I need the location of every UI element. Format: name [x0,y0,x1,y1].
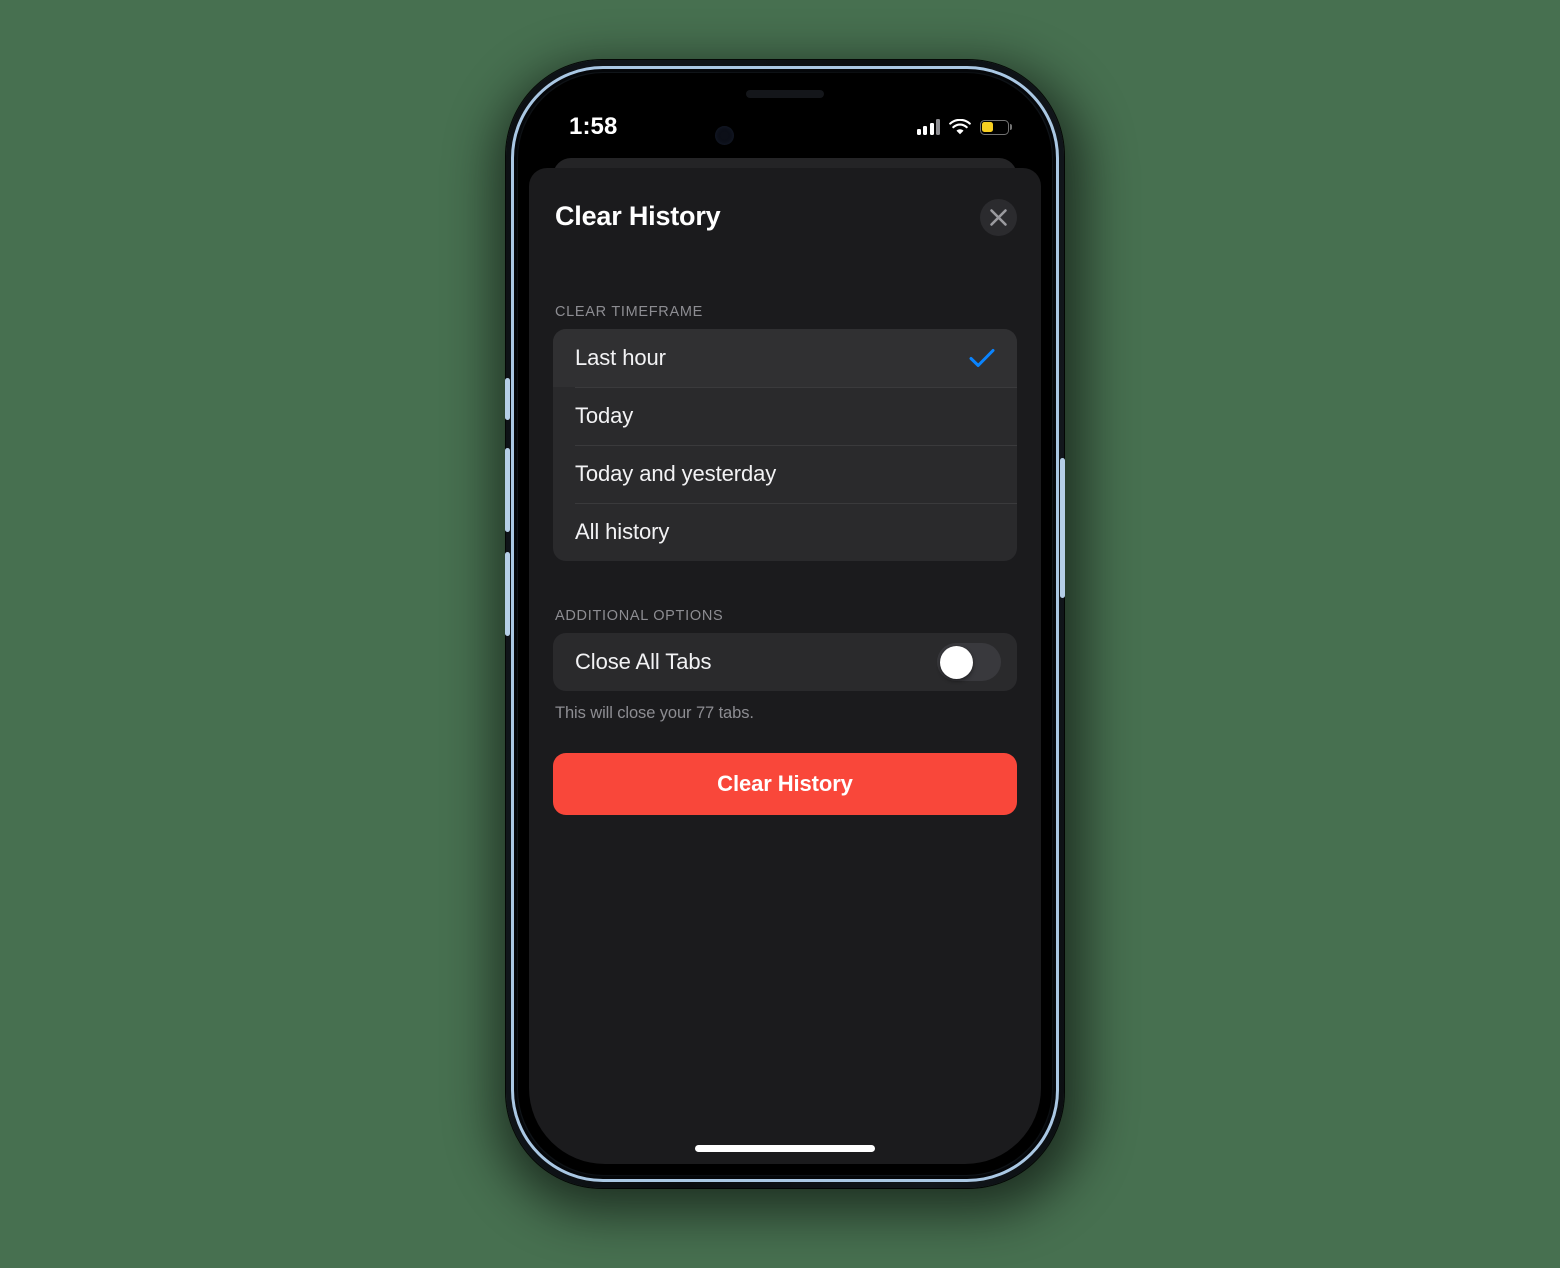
timeframe-section-header: CLEAR TIMEFRAME [555,304,704,320]
close-all-tabs-footnote: This will close your 77 tabs. [555,704,754,722]
status-bar-icons [916,118,1012,135]
phone-scene: 1:58 Clear History CLEAR TIMEFRAME Last … [0,0,1560,1268]
battery-fill [982,121,993,133]
phone-screen: 1:58 Clear History CLEAR TIMEFRAME Last … [529,84,1041,1164]
close-all-tabs-toggle[interactable] [937,643,1001,681]
power-button[interactable] [1060,458,1065,598]
additional-options-list: Close All Tabs [553,633,1017,691]
timeframe-option-today-and-yesterday[interactable]: Today and yesterday [553,445,1017,503]
cellular-signal-icon [916,119,940,135]
timeframe-option-all-history[interactable]: All history [553,503,1017,561]
close-button[interactable] [980,199,1017,236]
list-item-label: All history [575,519,670,544]
timeframe-option-last-hour[interactable]: Last hour [553,329,1017,387]
clear-history-sheet: Clear History CLEAR TIMEFRAME Last hour [529,168,1041,1164]
volume-down-button[interactable] [505,552,510,636]
sheet-header: Clear History [529,168,1041,264]
volume-up-button[interactable] [505,448,510,532]
status-bar-time: 1:58 [569,113,618,140]
earpiece-speaker [746,90,824,98]
close-icon [989,208,1008,227]
silent-switch-button[interactable] [505,378,510,420]
toggle-knob [939,645,973,679]
notch [692,84,878,114]
list-item-label: Last hour [575,345,666,370]
list-item-label: Today [575,403,634,428]
home-indicator[interactable] [695,1145,875,1152]
checkmark-icon [969,348,995,368]
list-item-label: Today and yesterday [575,461,777,486]
close-all-tabs-row[interactable]: Close All Tabs [553,633,1017,691]
battery-icon [980,119,1012,135]
timeframe-list: Last hour Today Today and yesterday All … [553,329,1017,561]
close-all-tabs-label: Close All Tabs [575,649,712,674]
clear-history-button[interactable]: Clear History [553,753,1017,815]
wifi-icon [949,118,971,135]
additional-options-section-header: ADDITIONAL OPTIONS [555,608,724,624]
front-camera-icon [715,126,734,145]
page-title: Clear History [555,200,721,231]
timeframe-option-today[interactable]: Today [553,387,1017,445]
